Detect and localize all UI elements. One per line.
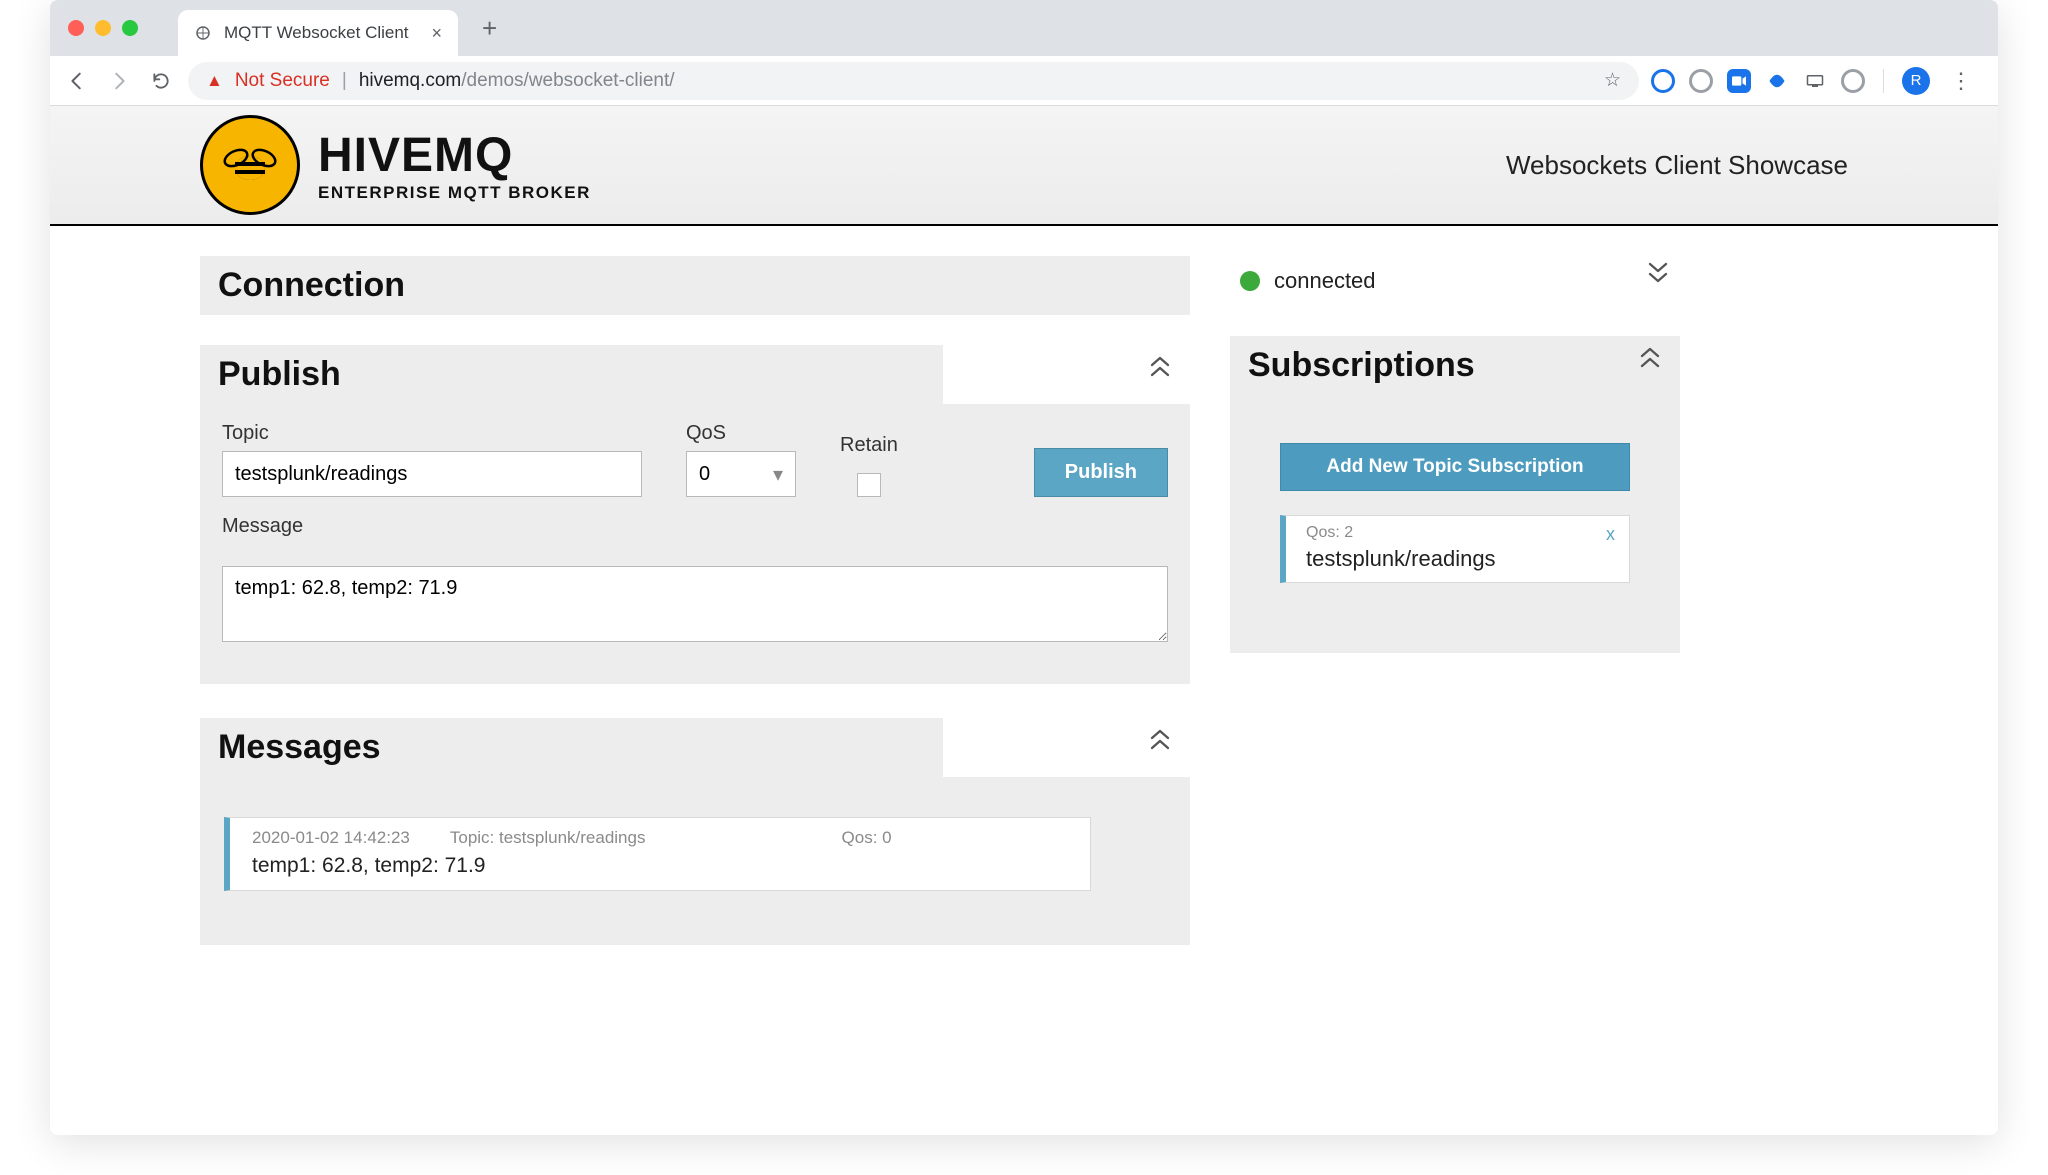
messages-panel-header: Messages <box>200 718 943 777</box>
extension-icon[interactable] <box>1727 69 1751 93</box>
extension-icon[interactable] <box>1803 69 1827 93</box>
message-topic: Topic: testsplunk/readings <box>450 828 646 848</box>
message-qos: Qos: 0 <box>842 828 892 848</box>
new-tab-button[interactable]: + <box>482 13 497 44</box>
status-text: connected <box>1274 268 1376 294</box>
address-bar: ▲ Not Secure | hivemq.com/demos/websocke… <box>50 56 1998 106</box>
subscriptions-title: Subscriptions <box>1248 346 1475 385</box>
brand-name: HIVEMQ <box>318 128 591 183</box>
subscription-card: Qos: 2 testsplunk/readings x <box>1280 515 1630 583</box>
close-window-icon[interactable] <box>68 20 84 36</box>
brand-subtitle: ENTERPRISE MQTT BROKER <box>318 183 591 203</box>
add-subscription-button[interactable]: Add New Topic Subscription <box>1280 443 1630 491</box>
bee-icon <box>200 115 300 215</box>
qos-value: 0 <box>699 463 710 486</box>
tab-close-icon[interactable]: × <box>431 23 442 44</box>
toolbar-extensions: R ⋮ <box>1651 67 1986 95</box>
collapse-messages-icon[interactable] <box>1148 726 1172 752</box>
maximize-window-icon[interactable] <box>122 20 138 36</box>
main-content: Connection Publish Topic <box>50 226 1998 985</box>
publish-button[interactable]: Publish <box>1034 448 1168 497</box>
subscriptions-panel-header: Subscriptions <box>1230 336 1680 395</box>
omnibox[interactable]: ▲ Not Secure | hivemq.com/demos/websocke… <box>188 62 1639 100</box>
extension-icon[interactable] <box>1841 69 1865 93</box>
message-textarea[interactable] <box>222 566 1168 642</box>
window-controls <box>68 20 138 36</box>
retain-checkbox[interactable] <box>857 473 881 497</box>
url-path: /demos/websocket-client/ <box>461 70 674 91</box>
status-indicator-icon <box>1240 271 1260 291</box>
minimize-window-icon[interactable] <box>95 20 111 36</box>
reload-button[interactable] <box>146 66 176 96</box>
browser-window: MQTT Websocket Client × + ▲ Not Secure |… <box>50 0 1998 1135</box>
bookmark-star-icon[interactable]: ☆ <box>1604 69 1621 92</box>
back-button[interactable] <box>62 66 92 96</box>
publish-title: Publish <box>218 355 341 394</box>
extension-icon[interactable] <box>1651 69 1675 93</box>
url-host: hivemq.com <box>359 70 461 91</box>
message-card: 2020-01-02 14:42:23 Topic: testsplunk/re… <box>224 817 1091 891</box>
remove-subscription-icon[interactable]: x <box>1606 524 1615 545</box>
messages-title: Messages <box>218 728 381 767</box>
qos-select[interactable]: 0 ▾ <box>686 451 796 497</box>
collapse-subscriptions-icon[interactable] <box>1638 344 1662 370</box>
chevron-down-icon: ▾ <box>773 462 783 487</box>
not-secure-label: Not Secure <box>235 70 330 92</box>
browser-tab[interactable]: MQTT Websocket Client × <box>178 10 458 56</box>
publish-panel: Topic QoS 0 ▾ Retain <box>200 404 1190 684</box>
message-timestamp: 2020-01-02 14:42:23 <box>252 828 410 848</box>
publish-panel-header: Publish <box>200 345 943 404</box>
brand-logo: HIVEMQ ENTERPRISE MQTT BROKER <box>200 115 591 215</box>
expand-connection-icon[interactable] <box>1646 260 1670 286</box>
messages-panel: 2020-01-02 14:42:23 Topic: testsplunk/re… <box>200 777 1190 945</box>
subscription-qos: Qos: 2 <box>1306 524 1615 542</box>
topic-label: Topic <box>222 422 642 445</box>
insecure-warning-icon: ▲ <box>206 71 223 91</box>
profile-avatar[interactable]: R <box>1902 67 1930 95</box>
extension-icon[interactable] <box>1689 69 1713 93</box>
message-label: Message <box>222 515 1168 538</box>
connection-panel-header: Connection <box>200 256 1190 315</box>
tab-favicon-icon <box>194 24 212 42</box>
subscriptions-panel: Add New Topic Subscription Qos: 2 testsp… <box>1230 395 1680 653</box>
connection-title: Connection <box>218 266 405 305</box>
extension-icon[interactable] <box>1765 69 1789 93</box>
retain-label: Retain <box>840 434 898 457</box>
page-title: Websockets Client Showcase <box>1506 150 1848 181</box>
tab-strip: MQTT Websocket Client × + <box>50 0 1998 56</box>
connection-status: connected <box>1230 256 1680 306</box>
forward-button[interactable] <box>104 66 134 96</box>
qos-label: QoS <box>686 422 796 445</box>
subscription-topic: testsplunk/readings <box>1306 546 1615 572</box>
message-body: temp1: 62.8, temp2: 71.9 <box>252 854 1072 878</box>
collapse-publish-icon[interactable] <box>1148 353 1172 379</box>
browser-menu-icon[interactable]: ⋮ <box>1944 68 1978 94</box>
tab-title: MQTT Websocket Client <box>224 23 419 43</box>
topic-input[interactable] <box>222 451 642 497</box>
page-header: HIVEMQ ENTERPRISE MQTT BROKER Websockets… <box>50 106 1998 226</box>
